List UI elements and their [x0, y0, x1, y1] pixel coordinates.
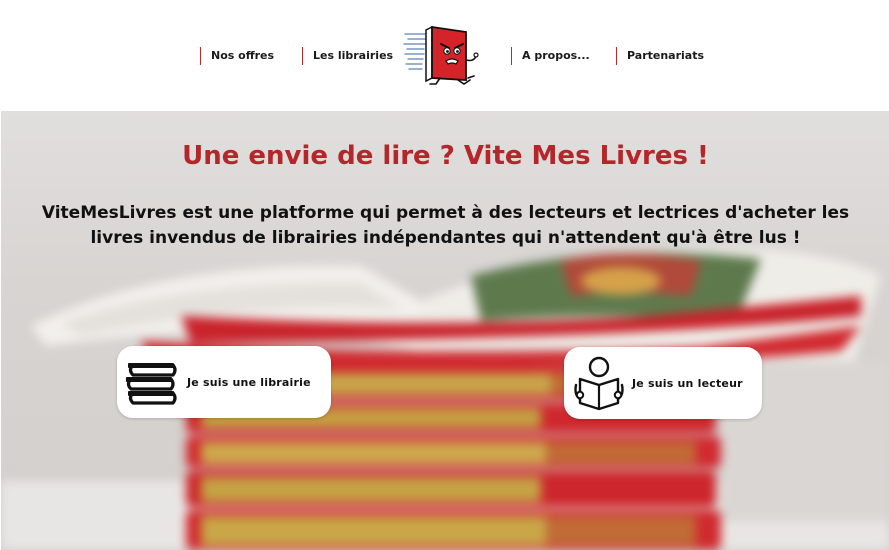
- lecteur-signup-button[interactable]: Je suis un lecteur: [564, 347, 762, 419]
- librairie-button-label: Je suis une librairie: [187, 375, 311, 389]
- hero-description: ViteMesLivres est une platforme qui perm…: [41, 203, 850, 248]
- hero-title: Une envie de lire ? Vite Mes Livres !: [182, 141, 709, 171]
- hero-section: Une envie de lire ? Vite Mes Livres ! Vi…: [0, 111, 889, 550]
- librairie-signup-button[interactable]: Je suis une librairie: [117, 346, 331, 418]
- site-logo[interactable]: [402, 24, 484, 88]
- books-stack-icon: [125, 358, 181, 406]
- nav-link-a-propos[interactable]: A propos...: [511, 47, 590, 65]
- lecteur-button-label: Je suis un lecteur: [632, 376, 743, 390]
- running-book-logo-icon: [403, 25, 479, 85]
- site-header: Nos offres Les librairies A propos... Pa…: [0, 0, 889, 111]
- reader-icon: [572, 355, 626, 411]
- nav-link-les-librairies[interactable]: Les librairies: [302, 47, 393, 65]
- nav-link-nos-offres[interactable]: Nos offres: [200, 47, 274, 65]
- hero-books-background-image: [1, 248, 889, 550]
- nav-link-partenariats[interactable]: Partenariats: [616, 47, 704, 65]
